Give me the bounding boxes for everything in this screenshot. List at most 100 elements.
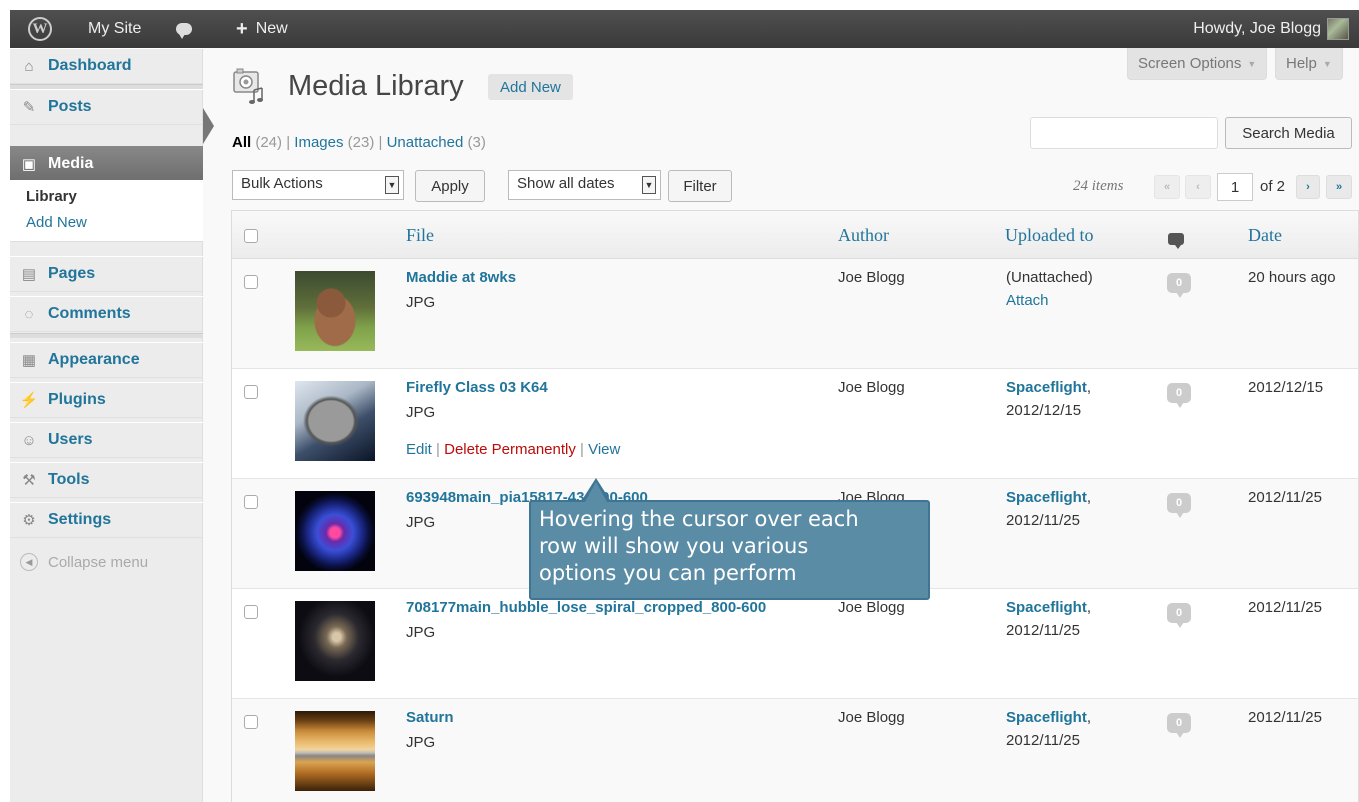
author-name: Joe Blogg [838,709,905,726]
comments-bubble-icon[interactable] [176,10,192,48]
comment-count-bubble[interactable]: 0 [1167,603,1191,628]
thumbnail-image[interactable] [295,711,375,791]
file-title-link[interactable]: Firefly Class 03 K64 [406,379,548,396]
table-row[interactable]: Firefly Class 03 K64 JPG Edit | Delete P… [232,369,1358,479]
uploaded-to-post-link[interactable]: Spaceflight [1006,489,1087,506]
sidebar-item-media[interactable]: ▣ Media [10,146,203,182]
plus-icon: + [236,17,248,40]
media-library-icon [233,68,263,104]
select-all-checkbox[interactable] [244,229,258,243]
comment-count-bubble[interactable]: 0 [1167,713,1191,738]
sidebar-item-appearance[interactable]: ▦ Appearance [10,342,203,378]
file-title-link[interactable]: 708177main_hubble_lose_spiral_cropped_80… [406,599,766,616]
last-page-button[interactable]: » [1326,175,1352,199]
comment-count-bubble[interactable]: 0 [1167,493,1191,518]
sidebar-item-posts[interactable]: ✎ Posts [10,89,203,125]
collapse-arrow-icon: ◀ [20,553,38,571]
account-menu[interactable]: Howdy, Joe Blogg [1193,10,1349,48]
sidebar-item-comments[interactable]: ◌ Comments [10,296,203,332]
thumbnail-image[interactable] [295,601,375,681]
filter-all[interactable]: All [232,134,251,151]
filter-all-count: (24) [255,134,283,151]
uploaded-to-post-link[interactable]: Spaceflight [1006,709,1087,726]
callout-line: row will show you various [539,534,809,558]
add-new-button[interactable]: Add New [488,74,573,100]
site-name-link[interactable]: My Site [88,10,141,48]
author-name: Joe Blogg [838,379,905,396]
row-checkbox[interactable] [244,385,258,399]
search-input[interactable] [1030,117,1218,149]
callout-pointer-fill [585,482,607,502]
sidebar-item-label: Dashboard [48,57,132,74]
sidebar-item-label: Users [48,431,93,448]
sidebar-item-pages[interactable]: ▤ Pages [10,256,203,292]
collapse-menu-button[interactable]: ◀ Collapse menu [20,553,148,571]
thumbnail-image[interactable] [295,271,375,351]
apply-button[interactable]: Apply [415,170,485,202]
column-uploaded-to[interactable]: Uploaded to [1005,225,1093,246]
row-checkbox[interactable] [244,715,258,729]
thumbnail-image[interactable] [295,491,375,571]
bulk-actions-value: Bulk Actions [241,175,323,192]
sidebar-item-tools[interactable]: ⚒ Tools [10,462,203,498]
uploaded-to: Spaceflight, [1006,489,1092,506]
file-type: JPG [406,404,436,421]
page-title: Media Library [288,70,464,102]
screen-options-button[interactable]: Screen Options ▼ [1127,48,1268,80]
uploaded-to-post-link[interactable]: Spaceflight [1006,599,1087,616]
sidebar-item-label: Comments [48,305,131,322]
screen-options-label: Screen Options [1138,55,1242,72]
uploaded-to: (Unattached) [1006,269,1093,286]
column-file[interactable]: File [406,225,434,246]
filter-unattached[interactable]: Unattached [387,134,464,151]
bulk-actions-select[interactable]: Bulk Actions ▼ [232,170,404,200]
edit-link[interactable]: Edit [406,441,432,458]
row-checkbox[interactable] [244,275,258,289]
sidebar-item-users[interactable]: ☺ Users [10,422,203,458]
uploaded-date: 2012/11/25 [1006,622,1080,639]
table-row[interactable]: 708177main_hubble_lose_spiral_cropped_80… [232,589,1358,699]
column-date[interactable]: Date [1248,225,1282,246]
attach-link[interactable]: Attach [1006,292,1049,309]
help-label: Help [1286,55,1317,72]
delete-permanently-link[interactable]: Delete Permanently [444,441,576,458]
row-checkbox[interactable] [244,495,258,509]
first-page-button[interactable]: « [1154,175,1180,199]
sidebar-item-plugins[interactable]: ⚡ Plugins [10,382,203,418]
submenu-add-new[interactable]: Add New [26,214,87,231]
comment-column-icon[interactable] [1168,229,1184,250]
row-checkbox[interactable] [244,605,258,619]
admin-sidebar: ⌂ Dashboard ✎ Posts ▣ Media Library Add … [10,48,203,802]
comment-count-bubble[interactable]: 0 [1167,273,1191,298]
uploaded-to-post-link[interactable]: Spaceflight [1006,379,1087,396]
current-page-input[interactable]: 1 [1217,173,1253,201]
pages-icon: ▤ [21,266,37,283]
wordpress-logo-icon[interactable]: W [24,10,56,48]
table-row[interactable]: Saturn JPG Joe Blogg Spaceflight, 2012/1… [232,699,1358,802]
media-submenu: Library Add New [10,180,203,242]
sidebar-item-dashboard[interactable]: ⌂ Dashboard [10,48,203,84]
next-page-button[interactable]: › [1296,175,1320,199]
uploaded-date: 2012/12/15 [1006,402,1082,419]
help-button[interactable]: Help ▼ [1275,48,1343,80]
users-icon: ☺ [21,431,37,449]
column-author[interactable]: Author [838,225,889,246]
dates-select[interactable]: Show all dates ▼ [508,170,661,200]
settings-icon: ⚙ [22,512,36,529]
thumbnail-image[interactable] [295,381,375,461]
file-title-link[interactable]: Maddie at 8wks [406,269,516,286]
view-link[interactable]: View [588,441,620,458]
prev-page-button[interactable]: ‹ [1185,175,1211,199]
filter-button[interactable]: Filter [668,170,732,202]
file-title-link[interactable]: Saturn [406,709,454,726]
submenu-library[interactable]: Library [26,188,77,205]
sidebar-item-label: Tools [48,471,90,488]
search-media-button[interactable]: Search Media [1225,117,1352,149]
chevron-down-icon: ▼ [385,176,399,194]
table-row[interactable]: Maddie at 8wks JPG Joe Blogg (Unattached… [232,259,1358,369]
comment-count-bubble[interactable]: 0 [1167,383,1191,408]
sidebar-item-settings[interactable]: ⚙ Settings [10,502,203,538]
new-content-menu[interactable]: + New [236,10,288,48]
filter-images[interactable]: Images [294,134,343,151]
triangle-down-icon: ▼ [1322,58,1332,69]
